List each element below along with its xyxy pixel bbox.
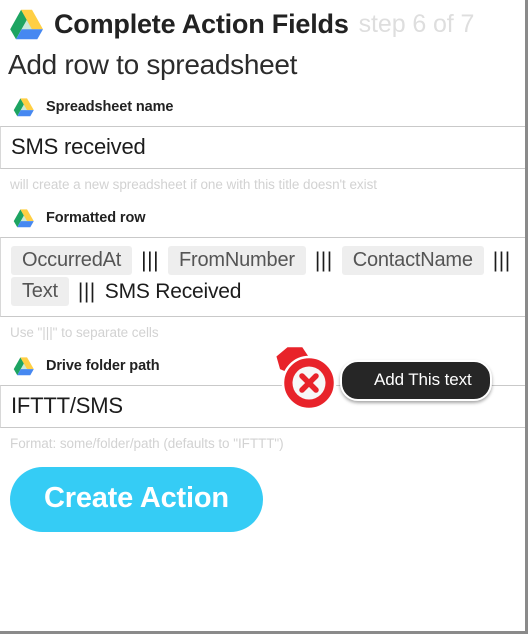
ifttt-action-fields-window: Complete Action Fields step 6 of 7 Add r… xyxy=(0,0,528,634)
drive-folder-path-value: IFTTT/SMS xyxy=(11,393,123,418)
formatted-row-hint: Use "|||" to separate cells xyxy=(10,325,159,340)
google-drive-icon xyxy=(13,97,35,117)
google-drive-icon xyxy=(13,208,35,228)
plain-text-token: SMS Received xyxy=(104,280,242,303)
action-bar: Create Action xyxy=(0,451,525,532)
cell-separator: ||| xyxy=(77,280,96,303)
field-spreadsheet-name: Spreadsheet name SMS received will creat… xyxy=(0,95,525,192)
spreadsheet-name-hint: will create a new spreadsheet if one wit… xyxy=(10,177,377,192)
field-label-row: Drive folder path xyxy=(0,354,525,378)
field-label: Drive folder path xyxy=(46,358,160,374)
field-label-row: Formatted row xyxy=(0,206,525,230)
drive-folder-path-hint: Format: some/folder/path (defaults to "I… xyxy=(10,436,284,451)
page-title: Complete Action Fields xyxy=(54,8,349,39)
cell-separator: ||| xyxy=(141,249,160,272)
step-indicator: step 6 of 7 xyxy=(358,9,475,38)
field-label: Formatted row xyxy=(46,210,146,226)
spreadsheet-name-value: SMS received xyxy=(11,134,146,159)
ingredient-chip[interactable]: OccurredAt xyxy=(11,246,133,275)
spreadsheet-name-input[interactable]: SMS received xyxy=(0,126,525,169)
cell-separator: ||| xyxy=(314,249,333,272)
google-drive-icon xyxy=(9,8,45,40)
field-label-row: Spreadsheet name xyxy=(0,95,525,119)
cell-separator: ||| xyxy=(492,249,511,272)
action-subtitle: Add row to spreadsheet xyxy=(8,49,298,80)
formatted-row-input[interactable]: OccurredAt ||| FromNumber ||| ContactName |||… xyxy=(0,237,525,317)
ingredient-chip[interactable]: Text xyxy=(11,277,69,306)
create-action-button[interactable]: Create Action xyxy=(10,467,263,532)
ingredient-chip[interactable]: FromNumber xyxy=(168,246,306,275)
formatted-row-token-list: OccurredAt ||| FromNumber ||| ContactName |||… xyxy=(9,245,521,307)
field-label: Spreadsheet name xyxy=(46,99,174,115)
field-formatted-row: Formatted row OccurredAt ||| FromNumber |||… xyxy=(0,206,525,340)
window-header: Complete Action Fields step 6 of 7 xyxy=(0,0,525,40)
field-drive-folder-path: Drive folder path IFTTT/SMS Format: some… xyxy=(0,354,525,451)
ingredient-chip[interactable]: ContactName xyxy=(341,246,484,275)
drive-folder-path-input[interactable]: IFTTT/SMS xyxy=(0,385,525,428)
google-drive-icon xyxy=(13,356,35,376)
